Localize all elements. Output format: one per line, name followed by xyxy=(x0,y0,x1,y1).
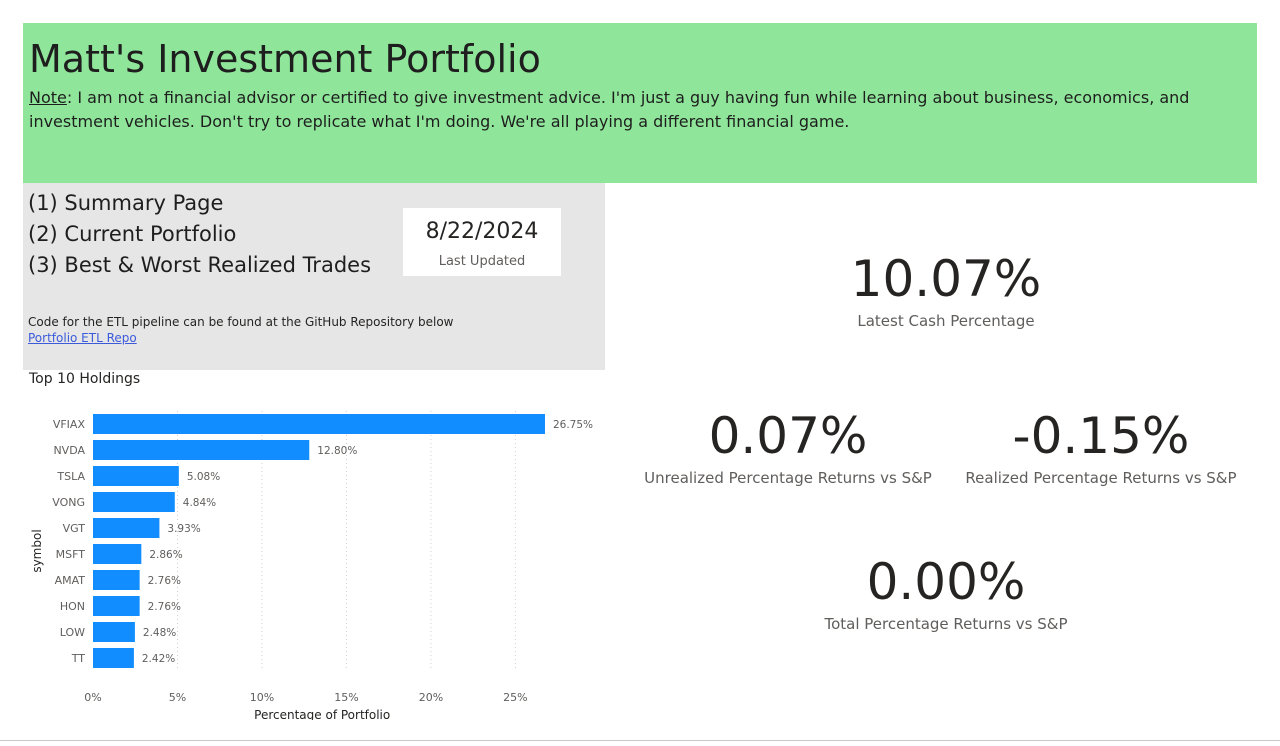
kpi-cash-value: 10.07% xyxy=(850,250,1042,308)
page-bottom-border xyxy=(0,740,1280,741)
kpi-unrealized-caption: Unrealized Percentage Returns vs S&P xyxy=(644,469,932,487)
x-tick-label: 15% xyxy=(334,691,358,704)
data-label: 2.76% xyxy=(148,575,181,587)
x-tick-label: 0% xyxy=(84,691,101,704)
y-axis-title: symbol xyxy=(30,529,44,572)
x-tick-label: 10% xyxy=(250,691,274,704)
kpi-cash-caption: Latest Cash Percentage xyxy=(857,312,1035,330)
header-banner: Matt's Investment Portfolio Note: I am n… xyxy=(23,23,1257,183)
kpi-total-value: 0.00% xyxy=(866,553,1026,611)
y-category-label: NVDA xyxy=(53,444,85,457)
bar xyxy=(93,492,175,512)
nav-summary-page[interactable]: (1) Summary Page xyxy=(28,191,223,215)
x-tick-label: 25% xyxy=(503,691,527,704)
kpi-realized-caption: Realized Percentage Returns vs S&P xyxy=(965,469,1237,487)
data-label: 2.86% xyxy=(149,549,182,561)
data-label: 2.76% xyxy=(148,601,181,613)
nav-best-worst-trades[interactable]: (3) Best & Worst Realized Trades xyxy=(28,253,371,277)
y-category-label: TSLA xyxy=(56,470,85,483)
data-label: 12.80% xyxy=(317,445,357,457)
last-updated-card: 8/22/2024 Last Updated xyxy=(403,208,561,276)
top-holdings-chart: 0% 5% 10% 15% 20% 25% VFIAX 26.75% NVDA 12.80% TSL… xyxy=(30,411,593,720)
bar xyxy=(93,622,135,642)
data-label: 5.08% xyxy=(187,471,220,483)
data-label: 4.84% xyxy=(183,497,216,509)
navigation-panel: (1) Summary Page (2) Current Portfolio (… xyxy=(23,183,605,370)
note-label: Note xyxy=(29,88,67,107)
x-axis-title: Percentage of Portfolio xyxy=(254,708,390,720)
y-category-label: HON xyxy=(60,600,85,613)
bar xyxy=(93,414,545,434)
data-label: 3.93% xyxy=(167,523,200,535)
y-category-label: AMAT xyxy=(55,574,86,587)
bar xyxy=(93,518,160,538)
kpi-unrealized-returns: 0.07% Unrealized Percentage Returns vs S… xyxy=(638,411,938,487)
last-updated-date: 8/22/2024 xyxy=(425,219,539,244)
kpi-unrealized-value: 0.07% xyxy=(708,407,868,465)
bar xyxy=(93,466,179,486)
etl-repo-link[interactable]: Portfolio ETL Repo xyxy=(28,331,137,345)
kpi-total-returns: 0.00% Total Percentage Returns vs S&P xyxy=(796,557,1096,633)
y-category-label: LOW xyxy=(60,626,85,639)
bar xyxy=(93,570,140,590)
x-tick-label: 5% xyxy=(169,691,186,704)
note-text: : I am not a financial advisor or certif… xyxy=(29,88,1190,131)
disclaimer-note: Note: I am not a financial advisor or ce… xyxy=(29,86,1209,134)
nav-current-portfolio[interactable]: (2) Current Portfolio xyxy=(28,222,236,246)
etl-description: Code for the ETL pipeline can be found a… xyxy=(28,315,454,329)
bar xyxy=(93,544,142,564)
kpi-realized-returns: -0.15% Realized Percentage Returns vs S&… xyxy=(951,411,1251,487)
data-label: 2.42% xyxy=(142,653,175,665)
kpi-realized-value: -0.15% xyxy=(1012,407,1190,465)
y-category-label: VONG xyxy=(52,496,85,509)
page-title: Matt's Investment Portfolio xyxy=(29,37,541,81)
bar xyxy=(93,440,310,460)
data-label: 26.75% xyxy=(553,419,593,431)
y-category-label: VFIAX xyxy=(53,418,86,431)
y-category-label: TT xyxy=(71,652,86,665)
chart-title: Top 10 Holdings xyxy=(29,371,141,387)
bar xyxy=(93,648,134,668)
data-label: 2.48% xyxy=(143,627,176,639)
bar xyxy=(93,596,140,616)
y-category-label: VGT xyxy=(63,522,86,535)
kpi-total-caption: Total Percentage Returns vs S&P xyxy=(824,615,1068,633)
last-updated-caption: Last Updated xyxy=(438,254,526,269)
y-category-label: MSFT xyxy=(56,548,86,561)
x-tick-label: 20% xyxy=(419,691,443,704)
kpi-cash-percentage: 10.07% Latest Cash Percentage xyxy=(796,254,1096,330)
